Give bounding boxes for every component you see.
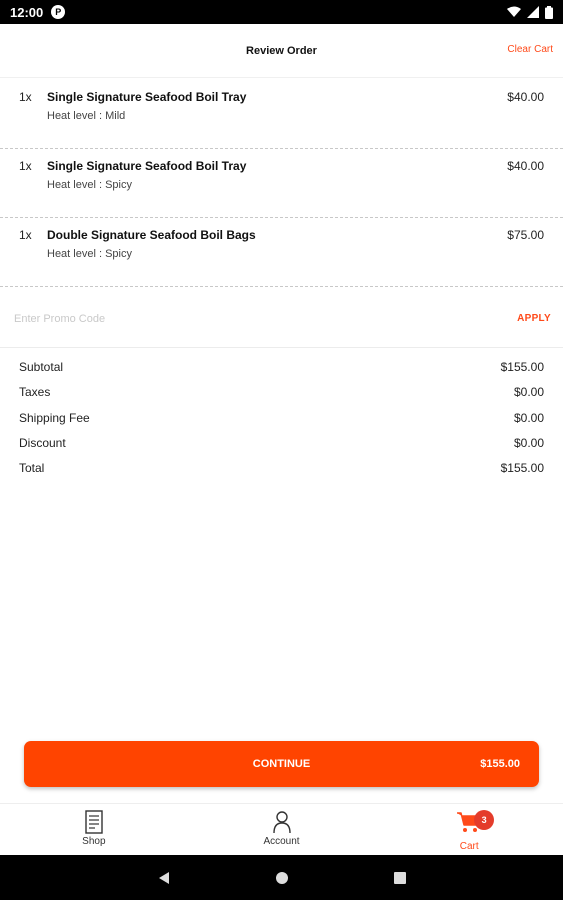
item-quantity: 1x (19, 228, 32, 242)
order-summary: Subtotal $155.00 Taxes $0.00 Shipping Fe… (0, 360, 563, 486)
continue-amount: $155.00 (480, 758, 520, 770)
status-time: 12:00 (10, 4, 44, 20)
cart-count-badge: 3 (474, 810, 495, 830)
nav-label: Account (263, 836, 300, 847)
item-heat-level: Heat level : Spicy (47, 248, 132, 260)
item-price: $40.00 (507, 90, 544, 104)
order-items-list: 1x Single Signature Seafood Boil Tray He… (0, 80, 563, 287)
summary-value: $0.00 (513, 385, 544, 400)
item-quantity: 1x (19, 159, 32, 173)
home-icon[interactable] (275, 871, 289, 885)
item-heat-level: Heat level : Spicy (47, 179, 132, 191)
battery-icon (545, 5, 553, 19)
summary-label: Subtotal (19, 360, 64, 374)
list-item[interactable]: 1x Single Signature Seafood Boil Tray He… (0, 80, 563, 149)
cart-icon-wrapper: 3 (456, 810, 495, 839)
summary-label: Total (19, 461, 45, 476)
status-bar: 12:00 P (0, 0, 563, 24)
list-item[interactable]: 1x Single Signature Seafood Boil Tray He… (0, 149, 563, 218)
continue-button[interactable]: CONTINUE $155.00 (24, 741, 539, 787)
continue-label: CONTINUE (252, 758, 311, 770)
wifi-icon (507, 6, 521, 17)
apply-promo-button[interactable]: APPLY (517, 313, 551, 324)
item-price: $75.00 (507, 228, 544, 242)
summary-row-shipping: Shipping Fee $0.00 (19, 411, 544, 436)
notification-icon: P (51, 5, 66, 19)
summary-value: $0.00 (513, 410, 544, 425)
recents-icon[interactable] (393, 871, 407, 885)
item-name: Single Signature Seafood Boil Tray (47, 159, 247, 173)
item-name: Single Signature Seafood Boil Tray (47, 90, 247, 104)
app-header: Review Order Clear Cart (0, 24, 563, 78)
nav-item-shop[interactable]: Shop (0, 804, 188, 855)
summary-value: $155.00 (500, 461, 544, 476)
summary-label: Discount (19, 435, 66, 450)
summary-row-discount: Discount $0.00 (19, 436, 544, 461)
nav-item-cart[interactable]: 3 Cart (375, 804, 563, 855)
page-title: Review Order (246, 44, 317, 57)
promo-code-input[interactable] (14, 309, 394, 329)
nav-label: Cart (459, 841, 479, 852)
item-heat-level: Heat level : Mild (47, 110, 126, 122)
summary-row-taxes: Taxes $0.00 (19, 385, 544, 410)
receipt-icon (85, 810, 103, 834)
item-name: Double Signature Seafood Boil Bags (47, 228, 256, 242)
summary-row-subtotal: Subtotal $155.00 (19, 360, 544, 385)
back-icon[interactable] (157, 871, 171, 885)
list-item[interactable]: 1x Double Signature Seafood Boil Bags He… (0, 218, 563, 287)
clear-cart-button[interactable]: Clear Cart (507, 44, 553, 55)
summary-value: $155.00 (500, 360, 544, 374)
item-quantity: 1x (19, 90, 32, 104)
nav-item-account[interactable]: Account (188, 804, 376, 855)
item-price: $40.00 (507, 159, 544, 173)
summary-label: Shipping Fee (19, 410, 90, 425)
summary-label: Taxes (19, 385, 51, 400)
bottom-navigation: Shop Account 3 Cart (0, 803, 563, 855)
nav-label: Shop (82, 836, 106, 847)
promo-section: APPLY (0, 290, 563, 348)
person-icon (272, 811, 291, 834)
system-navigation-bar (0, 855, 563, 900)
summary-value: $0.00 (513, 435, 544, 450)
signal-icon (527, 6, 539, 18)
summary-row-total: Total $155.00 (19, 461, 544, 486)
